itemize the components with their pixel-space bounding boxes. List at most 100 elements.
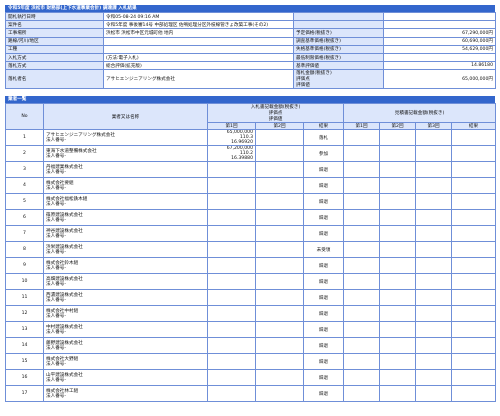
bid-result: 未受領 (302, 241, 345, 259)
bid-result: 落札 (302, 129, 345, 147)
bidder-name-cell: 株式会社中村組 法人番号- (43, 305, 208, 323)
info-label: 落札者名 (5, 69, 104, 90)
bidder-name-cell: 東海下水道整備株式会社 法人番号- (43, 145, 208, 163)
bidder-corp-number: 法人番号- (46, 153, 67, 159)
bid-result: 辞退 (302, 385, 345, 403)
est-result (451, 129, 497, 147)
bid-value (210, 396, 253, 401)
bid-round2 (255, 225, 304, 243)
bidder-no: 8 (5, 241, 44, 259)
est-round2 (379, 305, 417, 323)
bid-value (210, 268, 253, 273)
est-round3 (415, 209, 453, 227)
est-round3 (415, 129, 453, 147)
bid-result: 辞退 (302, 209, 345, 227)
info-label: 入札方式 (5, 52, 104, 63)
bid-round1 (207, 241, 256, 259)
bid-value (210, 172, 253, 177)
est-round1 (343, 225, 381, 243)
est-round2 (379, 369, 417, 387)
est-round3 (415, 193, 453, 211)
bid-round1 (207, 321, 256, 339)
info-price-label: 予定価格(税抜き) (293, 28, 384, 38)
bid-round2 (255, 321, 304, 339)
est-round3 (415, 257, 453, 275)
header-est-result: 結果 (451, 122, 497, 131)
bid-result: 辞退 (302, 177, 345, 195)
bid-round1 (207, 353, 256, 371)
info-price-label: 失格基準価格(税抜き) (293, 44, 384, 54)
est-round2 (379, 321, 417, 339)
bid-round1 (207, 337, 256, 355)
est-result (451, 145, 497, 163)
bidder-corp-number: 法人番号- (46, 265, 67, 271)
bidder-no: 1 (5, 129, 44, 147)
bidder-no: 13 (5, 321, 44, 339)
bid-round2 (255, 161, 304, 179)
info-value (103, 44, 294, 54)
bid-value (210, 348, 253, 353)
bid-round1 (207, 369, 256, 387)
bidder-no: 17 (5, 385, 44, 403)
bidder-no: 11 (5, 289, 44, 307)
bidder-corp-number: 法人番号- (46, 137, 67, 143)
bidder-no: 16 (5, 369, 44, 387)
bidder-row: 10 高畑建設株式会社 法人番号- 辞退 (5, 273, 497, 291)
info-value: 浜松市 浜松市中区元城町他 地内 (103, 28, 294, 38)
bidder-corp-number: 法人番号- (46, 329, 67, 335)
bid-round1 (207, 305, 256, 323)
bid-round1 (207, 209, 256, 227)
info-row: 落札者名 アサヒエンジニアリング株式会社 落札金額(税抜き) 評価点 評価値 65,000… (5, 69, 496, 90)
info-value: 令和05-08-24 09:16 AM (103, 11, 294, 22)
bidder-corp-number: 法人番号- (46, 233, 67, 239)
info-label: 案件名 (5, 20, 104, 30)
bid-result: 辞退 (302, 273, 345, 291)
est-round2 (379, 385, 417, 403)
bid-result: 参加 (302, 145, 345, 163)
bid-value (210, 188, 253, 193)
bid-round2 (255, 369, 304, 387)
bid-round1 (207, 225, 256, 243)
bidder-row: 5 株式会社福松鉄木組 法人番号- 辞退 (5, 193, 497, 211)
est-round3 (415, 305, 453, 323)
est-round3 (415, 145, 453, 163)
est-round1 (343, 273, 381, 291)
est-round3 (415, 353, 453, 371)
bid-round1: 65,000,000 110.3 16.96920 (207, 129, 256, 147)
info-price-value (383, 52, 496, 63)
info-price-value (383, 11, 496, 22)
info-row: 工事場所 浜松市 浜松市中区元城町他 地内 予定価格(税抜き) 67,290,000円 (5, 28, 496, 38)
bidder-name-cell: アサヒエンジニアリング株式会社 法人番号- (43, 129, 208, 147)
bidder-name-cell: 高畑建設株式会社 法人番号- (43, 273, 208, 291)
header-no: No (5, 103, 44, 131)
est-round3 (415, 177, 453, 195)
est-round1 (343, 161, 381, 179)
info-label: 開札執行日時 (5, 11, 104, 22)
est-round1 (343, 321, 381, 339)
bidder-corp-number: 法人番号- (46, 201, 67, 207)
bidder-no: 5 (5, 193, 44, 211)
bidder-name-cell: 株式会社大野組 法人番号- (43, 353, 208, 371)
bidder-name-cell: 西濃建設株式会社 法人番号- (43, 289, 208, 307)
bid-value (210, 284, 253, 289)
est-result (451, 353, 497, 371)
header-est-round2: 第2回 (379, 122, 417, 131)
info-row: 案件名 令和5年度 事後審14号 中部処理区 佐鳴処理分区外枝線管きょ改築工事(そ… (5, 20, 496, 30)
bid-round1 (207, 161, 256, 179)
bidder-row: 1 アサヒエンジニアリング株式会社 法人番号- 65,000,000 110.3 16.9… (5, 129, 497, 147)
info-row: 路線/河川/地区 調査基準価格(税抜き) 60,690,000円 (5, 36, 496, 46)
bidder-no: 9 (5, 257, 44, 275)
est-round1 (343, 209, 381, 227)
bidder-row: 3 丹福建業株式会社 法人番号- 辞退 (5, 161, 497, 179)
est-round2 (379, 177, 417, 195)
bid-result: 辞退 (302, 305, 345, 323)
bidder-row: 12 株式会社中村組 法人番号- 辞退 (5, 305, 497, 323)
info-value: 令和5年度 事後審14号 中部処理区 佐鳴処理分区外枝線管きょ改築工事(その2) (103, 20, 294, 30)
bid-value: 16.39880 (231, 156, 253, 162)
bid-value (210, 364, 253, 369)
bidder-no: 10 (5, 273, 44, 291)
info-price-label (293, 11, 384, 22)
bid-result: 辞退 (302, 193, 345, 211)
bidder-corp-number: 法人番号- (46, 313, 67, 319)
bid-result: 辞退 (302, 161, 345, 179)
